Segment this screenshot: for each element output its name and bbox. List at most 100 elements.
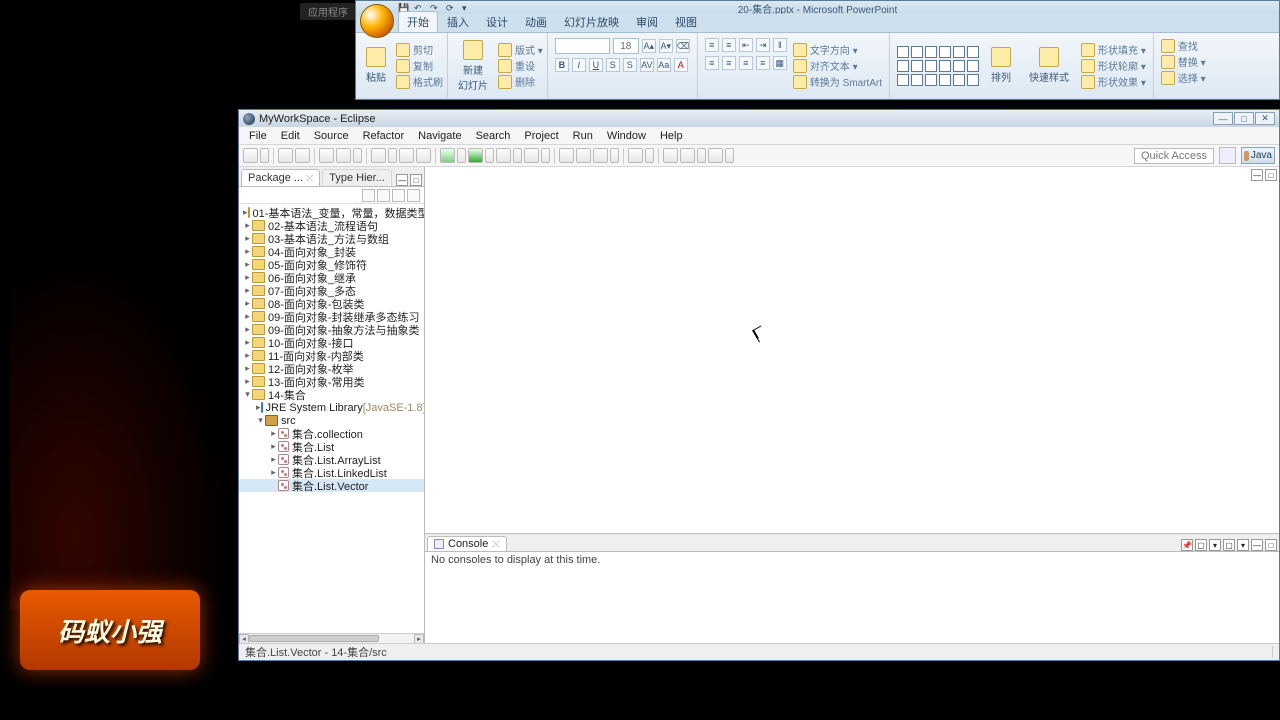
link-editor-icon[interactable] (377, 189, 390, 202)
tree-item[interactable]: 集合.List.Vector (239, 479, 424, 492)
tb-tools-icon[interactable] (593, 148, 608, 163)
font-size-combobox[interactable]: 18 (613, 38, 639, 54)
shape-fill-button[interactable]: 形状填充 ▾ (1081, 42, 1146, 57)
reset-button[interactable]: 重设 (498, 58, 543, 73)
new-slide-button[interactable]: 新建 幻灯片 (452, 35, 494, 96)
underline-button[interactable]: U (589, 58, 603, 72)
ribbon-tab-anim[interactable]: 动画 (517, 12, 555, 32)
tb-run-icon[interactable] (468, 148, 483, 163)
menu-navigate[interactable]: Navigate (412, 128, 467, 144)
tb-search-icon[interactable] (628, 148, 643, 163)
scrollbar-thumb[interactable] (249, 635, 379, 642)
shape-effects-button[interactable]: 形状效果 ▾ (1081, 74, 1146, 89)
close-icon[interactable]: ⤬ (306, 173, 313, 184)
ribbon-tab-review[interactable]: 审阅 (628, 12, 666, 32)
align-text-button[interactable]: 对齐文本 ▾ (793, 58, 882, 73)
tb-openfolder-icon[interactable] (576, 148, 591, 163)
chevron-down-icon[interactable] (541, 148, 550, 163)
tree-item[interactable]: ▾14-集合 (239, 388, 424, 401)
tb-ext-icon[interactable] (524, 148, 539, 163)
text-direction-button[interactable]: 文字方向 ▾ (793, 42, 882, 57)
quick-styles-button[interactable]: 快速样式 (1023, 45, 1075, 86)
chevron-down-icon[interactable] (388, 148, 397, 163)
tb-fwd-icon[interactable] (708, 148, 723, 163)
copy-button[interactable]: 复制 (396, 58, 443, 73)
menu-search[interactable]: Search (470, 128, 517, 144)
clear-format-button[interactable]: ⌫ (676, 39, 690, 53)
shape-outline-button[interactable]: 形状轮廓 ▾ (1081, 58, 1146, 73)
chevron-down-icon[interactable] (645, 148, 654, 163)
tb-newclass-icon[interactable] (399, 148, 414, 163)
view-maximize-icon[interactable]: □ (1265, 539, 1277, 551)
chevron-down-icon[interactable] (513, 148, 522, 163)
menu-help[interactable]: Help (654, 128, 689, 144)
cut-button[interactable]: 剪切 (396, 42, 443, 57)
collapse-all-icon[interactable] (362, 189, 375, 202)
editor-minimize-icon[interactable]: — (1251, 169, 1263, 181)
tb-newpkg-icon[interactable] (371, 148, 386, 163)
chevron-down-icon[interactable] (260, 148, 269, 163)
chevron-down-icon[interactable] (485, 148, 494, 163)
console-pin-icon[interactable]: 📌 (1181, 539, 1193, 551)
menu-run[interactable]: Run (567, 128, 599, 144)
console-tab[interactable]: Console ⤬ (427, 536, 507, 551)
smartart-button[interactable]: 转换为 SmartArt (793, 74, 882, 89)
tb-runconf-icon[interactable] (496, 148, 511, 163)
view-maximize-icon[interactable]: □ (410, 174, 422, 186)
columns-button[interactable]: ▦ (773, 56, 787, 70)
layout-button[interactable]: 版式 ▾ (498, 42, 543, 57)
format-painter-button[interactable]: 格式刷 (396, 74, 443, 89)
indent-inc-button[interactable]: ⇥ (756, 38, 770, 52)
shapes-gallery[interactable] (897, 46, 979, 86)
menu-edit[interactable]: Edit (275, 128, 306, 144)
ribbon-tab-design[interactable]: 设计 (478, 12, 516, 32)
align-center-button[interactable]: ≡ (722, 56, 736, 70)
align-right-button[interactable]: ≡ (739, 56, 753, 70)
justify-button[interactable]: ≡ (756, 56, 770, 70)
office-orb-button[interactable] (360, 4, 394, 38)
chevron-down-icon[interactable]: ▾ (1209, 539, 1221, 551)
close-button[interactable]: ✕ (1255, 112, 1275, 125)
paste-button[interactable]: 粘贴 (360, 35, 392, 96)
tb-refresh-icon[interactable] (336, 148, 351, 163)
font-family-combobox[interactable] (555, 38, 610, 54)
menu-refactor[interactable]: Refactor (357, 128, 411, 144)
chevron-down-icon[interactable]: ▾ (1237, 539, 1249, 551)
numbering-button[interactable]: ≡ (722, 38, 736, 52)
tb-debug-icon[interactable] (440, 148, 455, 163)
italic-button[interactable]: I (572, 58, 586, 72)
ribbon-tab-home[interactable]: 开始 (398, 11, 438, 32)
eclipse-menubar[interactable]: File Edit Source Refactor Navigate Searc… (239, 127, 1279, 145)
horizontal-scrollbar[interactable]: ◂ ▸ (239, 633, 424, 643)
tb-newjava-icon[interactable] (559, 148, 574, 163)
ribbon-tab-insert[interactable]: 插入 (439, 12, 477, 32)
minimize-button[interactable]: — (1213, 112, 1233, 125)
bold-button[interactable]: B (555, 58, 569, 72)
select-button[interactable]: 选择 ▾ (1161, 70, 1206, 85)
menu-window[interactable]: Window (601, 128, 652, 144)
font-color-button[interactable]: A (674, 58, 688, 72)
package-explorer-tab[interactable]: Package ...⤬ (241, 169, 320, 186)
indent-dec-button[interactable]: ⇤ (739, 38, 753, 52)
view-minimize-icon[interactable]: — (1251, 539, 1263, 551)
char-spacing-button[interactable]: AV (640, 58, 654, 72)
bullets-button[interactable]: ≡ (705, 38, 719, 52)
java-perspective-button[interactable]: Java (1241, 147, 1275, 164)
ribbon-tab-view[interactable]: 视图 (667, 12, 705, 32)
editor-area[interactable]: —□ (425, 167, 1279, 533)
chevron-down-icon[interactable] (353, 148, 362, 163)
menu-project[interactable]: Project (518, 128, 564, 144)
view-menu-icon[interactable] (407, 189, 420, 202)
tree-item[interactable]: ▸JRE System Library [JavaSE-1.8] (239, 401, 424, 414)
editor-maximize-icon[interactable]: □ (1265, 169, 1277, 181)
strike-button[interactable]: S (606, 58, 620, 72)
tb-build-icon[interactable] (319, 148, 334, 163)
align-left-button[interactable]: ≡ (705, 56, 719, 70)
view-minimize-icon[interactable]: — (396, 174, 408, 186)
tree-item[interactable]: ▸13-面向对象-常用类 (239, 375, 424, 388)
type-hierarchy-tab[interactable]: Type Hier... (322, 169, 392, 186)
chevron-down-icon[interactable] (725, 148, 734, 163)
change-case-button[interactable]: Aa (657, 58, 671, 72)
console-display-icon[interactable]: ▢ (1195, 539, 1207, 551)
tb-last-icon[interactable] (663, 148, 678, 163)
